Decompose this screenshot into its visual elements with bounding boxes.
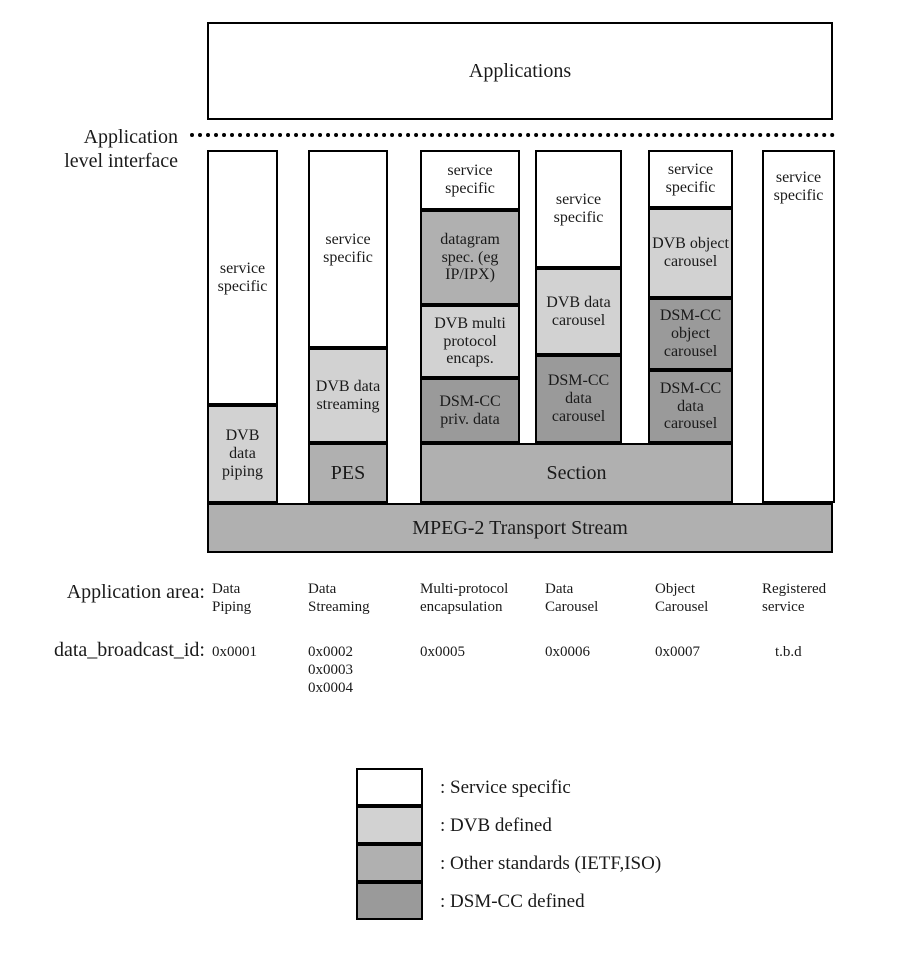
layer-label: datagram spec. (eg IP/IPX) xyxy=(440,230,500,284)
data-broadcast-id-cell-data-carousel: 0x0006 xyxy=(545,644,590,660)
legend-label-service-specific: : Service specific xyxy=(440,777,571,798)
col-object-carousel-layer-service-specific: service specific xyxy=(648,150,733,208)
layer-label: DSM-CC data carousel xyxy=(547,372,610,425)
application-area-cell-data-carousel: Data Carousel xyxy=(545,581,599,615)
data-broadcast-id-cell-data-piping: 0x0001 xyxy=(212,644,257,660)
layer-label: service specific xyxy=(217,259,268,295)
col-object-carousel-layer-dsmcc-object-carousel: DSM-CC object carousel xyxy=(648,298,733,370)
col-data-carousel-layer-dvb-data-carousel: DVB data carousel xyxy=(535,268,622,355)
col-registered-service-layer-service-specific: service specific xyxy=(762,150,835,503)
legend-swatch-other-standards xyxy=(356,844,423,882)
layer-label: service specific xyxy=(773,168,824,204)
layer-label: service specific xyxy=(553,191,604,226)
layer-label: DVB data carousel xyxy=(546,293,611,329)
application-level-interface-line xyxy=(190,133,835,137)
layer-label: service specific xyxy=(323,231,373,266)
data-broadcast-id-cell-data-streaming: 0x0002 0x0003 0x0004 xyxy=(308,644,353,696)
mpeg2-transport-stream-bar: MPEG-2 Transport Stream xyxy=(207,503,833,553)
diagram-canvas: Applications Application level interface… xyxy=(0,0,904,962)
layer-label: DVB data piping xyxy=(222,427,263,480)
legend-swatch-dsmcc-defined xyxy=(356,882,423,920)
application-area-cell-data-piping: Data Piping xyxy=(212,581,252,615)
applications-box: Applications xyxy=(207,22,833,120)
col-multiprotocol-layer-service-specific: service specific xyxy=(420,150,520,210)
legend-label-other-standards: : Other standards (IETF,ISO) xyxy=(440,853,662,874)
application-area-row-label: Application area: xyxy=(66,581,205,603)
layer-label: DSM-CC object carousel xyxy=(659,307,722,360)
col-object-carousel-layer-dvb-object-carousel: DVB object carousel xyxy=(648,208,733,298)
col-data-carousel-layer-service-specific: service specific xyxy=(535,150,622,268)
data-broadcast-id-row-label: data_broadcast_id: xyxy=(53,639,205,661)
legend-label-dvb-defined: : DVB defined xyxy=(440,815,552,836)
layer-label: service specific xyxy=(445,162,495,197)
legend-swatch-dvb-defined xyxy=(356,806,423,844)
col-multiprotocol-layer-dsmcc-priv-data: DSM-CC priv. data xyxy=(420,378,520,443)
layer-label: DSM-CC data carousel xyxy=(659,379,722,433)
applications-label: Applications xyxy=(468,59,572,82)
section-label: Section xyxy=(546,461,607,484)
application-area-cell-registered-service: Registered service xyxy=(762,581,827,615)
col-data-streaming-layer-pes: PES xyxy=(308,443,388,503)
col-data-carousel-layer-dsmcc-data-carousel: DSM-CC data carousel xyxy=(535,355,622,443)
application-area-cell-data-streaming: Data Streaming xyxy=(308,581,370,615)
data-broadcast-id-cell-object-carousel: 0x0007 xyxy=(655,644,700,660)
application-area-cell-multiprotocol-encapsulation: Multi-protocol encapsulation xyxy=(420,581,509,615)
col-data-streaming-layer-dvb-data-streaming: DVB data streaming xyxy=(308,348,388,443)
layer-label: DSM-CC priv. data xyxy=(439,392,501,428)
layer-label: PES xyxy=(330,461,366,484)
section-bar: Section xyxy=(420,443,733,503)
col-data-streaming-layer-service-specific: service specific xyxy=(308,150,388,348)
col-data-piping-layer-dvb-data-piping: DVB data piping xyxy=(207,405,278,503)
mpeg2-transport-stream-label: MPEG-2 Transport Stream xyxy=(412,516,628,539)
col-data-piping-layer-service-specific: service specific xyxy=(207,150,278,405)
layer-label: DVB multi protocol encaps. xyxy=(434,314,506,368)
layer-label: DVB object carousel xyxy=(652,235,729,270)
col-multiprotocol-layer-dvb-multiprotocol-encaps: DVB multi protocol encaps. xyxy=(420,305,520,378)
layer-label: service specific xyxy=(665,161,716,196)
application-level-interface-label: Application level interface xyxy=(64,126,178,172)
application-area-cell-object-carousel: Object Carousel xyxy=(655,581,709,615)
legend-swatch-service-specific xyxy=(356,768,423,806)
data-broadcast-id-cell-multiprotocol-encapsulation: 0x0005 xyxy=(420,644,465,660)
layer-label: DVB data streaming xyxy=(315,377,381,413)
legend-label-dsmcc-defined: : DSM-CC defined xyxy=(440,891,585,912)
data-broadcast-id-cell-registered-service: t.b.d xyxy=(775,644,802,660)
col-multiprotocol-layer-datagram-spec: datagram spec. (eg IP/IPX) xyxy=(420,210,520,305)
col-object-carousel-layer-dsmcc-data-carousel: DSM-CC data carousel xyxy=(648,370,733,443)
